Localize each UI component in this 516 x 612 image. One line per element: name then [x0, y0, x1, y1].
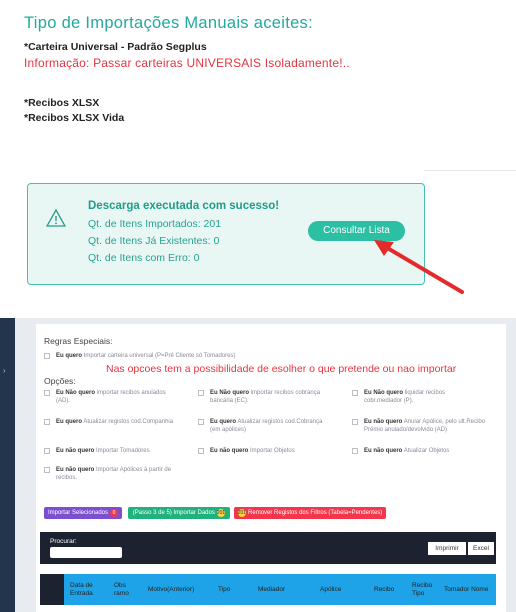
option-checkbox[interactable] — [44, 419, 50, 425]
option-checkbox[interactable] — [352, 448, 358, 454]
option-checkbox[interactable] — [44, 390, 50, 396]
accepted-type-universal: *Carteira Universal - Padrão Segplus — [24, 41, 207, 53]
imported-count: Qt. de Itens Importados: 201 — [88, 218, 222, 230]
excel-button[interactable]: Excel — [468, 542, 494, 555]
import-data-button[interactable]: (Passo 3 de 5) Importar Dados 201 — [128, 507, 230, 519]
import-selected-button[interactable]: Importar Selecionados 0 — [44, 507, 122, 519]
search-input[interactable] — [50, 547, 122, 558]
option-checkbox[interactable] — [44, 448, 50, 454]
option-checkbox[interactable] — [198, 419, 204, 425]
success-alert: Descarga executada com sucesso! Qt. de I… — [27, 183, 425, 285]
annotation-note: Nas opcoes tem a possibilidade de esolhe… — [106, 363, 457, 375]
alert-title: Descarga executada com sucesso! — [88, 200, 280, 212]
accepted-type-recibos: *Recibos XLSX — [24, 97, 100, 109]
chevron-right-icon[interactable]: › — [3, 366, 6, 375]
option-checkbox[interactable] — [198, 390, 204, 396]
warning-triangle-icon — [46, 208, 66, 227]
import-options-section: › Regras Especiais: Eu quero Importar ca… — [0, 318, 516, 612]
page-title: Tipo de Importações Manuais aceites: — [24, 14, 313, 32]
option-checkbox[interactable] — [352, 419, 358, 425]
column-header[interactable]: Data de Entrada — [66, 574, 110, 605]
remove-filtered-button[interactable]: 201 Remover Registos dos Filtros (Tabela=… — [234, 507, 386, 519]
column-header[interactable]: Motivo(Anterior) — [144, 574, 212, 605]
sidebar-strip: › — [0, 318, 15, 612]
accepted-type-recibos-vida: *Recibos XLSX Vida — [24, 112, 125, 124]
option-checkbox[interactable] — [44, 467, 50, 473]
options-panel: Regras Especiais: Eu quero Importar cart… — [36, 324, 506, 524]
existing-count: Qt. de Itens Já Existentes: 0 — [88, 235, 220, 247]
option-universal-checkbox[interactable] — [44, 353, 50, 359]
info-warning-text: Informação: Passar carteiras UNIVERSAIS … — [24, 56, 350, 70]
table-header: Data de Entrada Obs ramo Motivo(Anterior… — [40, 574, 496, 605]
table-toolbar: Procurar: Imprimir Excel — [40, 532, 496, 564]
search-label: Procurar: — [50, 538, 77, 545]
header-spacer — [40, 574, 64, 605]
column-header[interactable]: Mediador — [254, 574, 312, 605]
error-count: Qt. de Itens com Erro: 0 — [88, 252, 200, 264]
divider — [424, 170, 516, 171]
option-checkbox[interactable] — [198, 448, 204, 454]
option-checkbox[interactable] — [352, 390, 358, 396]
special-rules-label: Regras Especiais: — [44, 336, 113, 346]
column-header[interactable]: Tipo — [214, 574, 250, 605]
column-header[interactable]: Tomador Nome — [440, 574, 494, 605]
options-label: Opções: — [44, 376, 76, 386]
column-header[interactable]: Recibo — [370, 574, 408, 605]
print-button[interactable]: Imprimir — [428, 542, 466, 555]
records-table-panel: Procurar: Imprimir Excel Data de Entrada… — [36, 524, 506, 612]
red-arrow-annotation — [374, 240, 464, 294]
column-header[interactable]: Apólice — [316, 574, 368, 605]
column-header[interactable]: Recibo Tipo — [408, 574, 438, 605]
column-header[interactable]: Obs ramo — [110, 574, 142, 605]
import-info-section: Tipo de Importações Manuais aceites: *Ca… — [0, 0, 516, 318]
